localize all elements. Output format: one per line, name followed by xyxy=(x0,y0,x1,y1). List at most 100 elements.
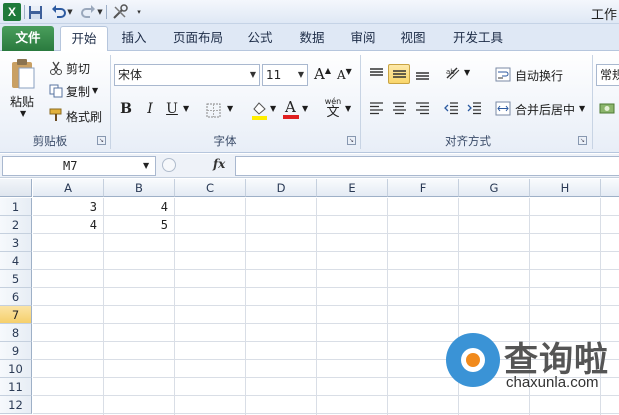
redo-dropdown-icon[interactable]: ▼ xyxy=(96,3,104,21)
align-middle-icon[interactable] xyxy=(388,64,410,84)
align-top-icon[interactable] xyxy=(366,65,386,83)
borders-dropdown-icon[interactable]: ▼ xyxy=(227,104,233,113)
orientation-dropdown-icon[interactable]: ▼ xyxy=(464,68,470,77)
row-header-9[interactable]: 9 xyxy=(0,342,32,360)
alignment-dialog-launcher-icon[interactable]: ↘ xyxy=(578,136,587,145)
customize-toolbar-icon[interactable]: ▾ xyxy=(134,3,144,21)
number-format-select[interactable]: 常规 xyxy=(596,64,619,86)
tools-icon[interactable] xyxy=(111,3,129,21)
font-size-select[interactable]: 11 ▼ xyxy=(262,64,308,86)
copy-dropdown-icon[interactable]: ▼ xyxy=(92,86,98,95)
row-header-4[interactable]: 4 xyxy=(0,252,32,270)
merge-center-icon xyxy=(494,99,512,117)
row-header-5[interactable]: 5 xyxy=(0,270,32,288)
row-header-2[interactable]: 2 xyxy=(0,216,32,234)
cell-b1[interactable]: 4 xyxy=(104,198,172,216)
row-header-6[interactable]: 6 xyxy=(0,288,32,306)
undo-icon[interactable] xyxy=(50,3,66,21)
font-color-icon[interactable]: A xyxy=(282,98,300,120)
wrap-text-button[interactable]: 自动换行 xyxy=(515,67,563,84)
clipboard-group-label: 剪贴板 xyxy=(32,134,68,148)
font-color-dropdown-icon[interactable]: ▼ xyxy=(302,104,308,113)
paste-dropdown-icon[interactable]: ▼ xyxy=(20,109,26,118)
phonetic-char: 文 xyxy=(326,104,340,120)
cell-a1[interactable]: 3 xyxy=(33,198,101,216)
currency-format-icon[interactable] xyxy=(598,99,616,117)
chevron-down-icon: ▼ xyxy=(297,70,304,79)
align-center-icon[interactable] xyxy=(389,99,409,117)
tab-view[interactable]: 视图 xyxy=(393,26,433,51)
tab-file[interactable]: 文件 xyxy=(2,26,54,51)
align-bottom-icon[interactable] xyxy=(412,65,432,83)
row-header-3[interactable]: 3 xyxy=(0,234,32,252)
formula-input[interactable] xyxy=(235,156,619,176)
save-icon[interactable] xyxy=(27,3,43,21)
column-header-e[interactable]: E xyxy=(317,179,388,197)
format-painter-button[interactable]: 格式刷 xyxy=(66,108,102,125)
shrink-font-button[interactable]: A▼ xyxy=(337,67,352,82)
column-header-b[interactable]: B xyxy=(104,179,175,197)
merge-dropdown-icon[interactable]: ▼ xyxy=(579,104,585,113)
column-header-a[interactable]: A xyxy=(33,179,104,197)
paste-button[interactable]: 粘贴 xyxy=(10,93,34,110)
row-header-10[interactable]: 10 xyxy=(0,360,32,378)
grow-font-button[interactable]: A▲ xyxy=(314,65,331,83)
tab-page-layout[interactable]: 页面布局 xyxy=(166,26,230,51)
align-right-icon[interactable] xyxy=(412,99,432,117)
cell-b2[interactable]: 5 xyxy=(104,216,172,234)
row-header-12[interactable]: 12 xyxy=(0,396,32,414)
phonetic-guide-icon[interactable]: wén 文 xyxy=(322,95,344,121)
tab-developer[interactable]: 开发工具 xyxy=(445,26,511,51)
align-left-icon[interactable] xyxy=(366,99,386,117)
copy-button[interactable]: 复制 xyxy=(66,83,90,100)
excel-logo-icon: X xyxy=(3,3,21,21)
row-header-8[interactable]: 8 xyxy=(0,324,32,342)
row-header-11[interactable]: 11 xyxy=(0,378,32,396)
name-box-dropdown-icon[interactable]: ▼ xyxy=(143,161,149,170)
name-box[interactable]: M7 xyxy=(2,156,156,176)
chevron-down-icon: ▼ xyxy=(249,70,256,79)
insert-function-button[interactable]: fx xyxy=(213,157,225,171)
column-header-d[interactable]: D xyxy=(246,179,317,197)
tab-review[interactable]: 审阅 xyxy=(343,26,383,51)
decrease-indent-icon[interactable] xyxy=(441,99,461,117)
column-header-c[interactable]: C xyxy=(175,179,246,197)
redo-icon[interactable] xyxy=(80,3,96,21)
clipboard-dialog-launcher-icon[interactable]: ↘ xyxy=(97,136,106,145)
fill-color-dropdown-icon[interactable]: ▼ xyxy=(270,104,276,113)
fill-color-icon[interactable] xyxy=(250,99,268,121)
select-all-corner[interactable] xyxy=(0,179,32,197)
tab-home[interactable]: 开始 xyxy=(60,26,108,52)
wrap-text-icon xyxy=(494,65,512,83)
row-header-1[interactable]: 1 xyxy=(0,198,32,216)
column-header-f[interactable]: F xyxy=(388,179,459,197)
undo-dropdown-icon[interactable]: ▼ xyxy=(66,3,74,21)
paste-icon[interactable] xyxy=(8,57,38,91)
title-bar: X ▼ ▼ ▾ 工作 xyxy=(0,0,619,24)
column-header-h[interactable]: H xyxy=(530,179,601,197)
underline-button[interactable]: U xyxy=(162,99,182,119)
italic-button[interactable]: I xyxy=(140,99,160,119)
font-dialog-launcher-icon[interactable]: ↘ xyxy=(347,136,356,145)
borders-icon[interactable] xyxy=(204,101,222,119)
bold-button[interactable]: B xyxy=(116,99,136,119)
increase-indent-icon[interactable] xyxy=(464,99,484,117)
merge-center-button[interactable]: 合并后居中 xyxy=(515,101,575,118)
cell-a2[interactable]: 4 xyxy=(33,216,101,234)
group-separator xyxy=(592,55,593,149)
underline-dropdown-icon[interactable]: ▼ xyxy=(183,104,189,113)
tab-data[interactable]: 数据 xyxy=(292,26,332,51)
cut-button[interactable]: 剪切 xyxy=(66,60,90,77)
ribbon-tabs: 文件 开始 插入 页面布局 公式 数据 审阅 视图 开发工具 xyxy=(0,24,619,52)
column-header-i[interactable] xyxy=(601,179,619,197)
scissors-icon xyxy=(48,60,64,76)
qa-separator xyxy=(106,5,107,19)
font-name-select[interactable]: 宋体 ▼ xyxy=(114,64,260,86)
tab-formulas[interactable]: 公式 xyxy=(240,26,280,51)
row-header-7[interactable]: 7 xyxy=(0,306,32,324)
column-header-g[interactable]: G xyxy=(459,179,530,197)
orientation-icon[interactable]: ab xyxy=(443,63,463,83)
phonetic-dropdown-icon[interactable]: ▼ xyxy=(345,104,351,113)
shrink-font-icon: A xyxy=(337,68,346,82)
tab-insert[interactable]: 插入 xyxy=(113,26,155,51)
